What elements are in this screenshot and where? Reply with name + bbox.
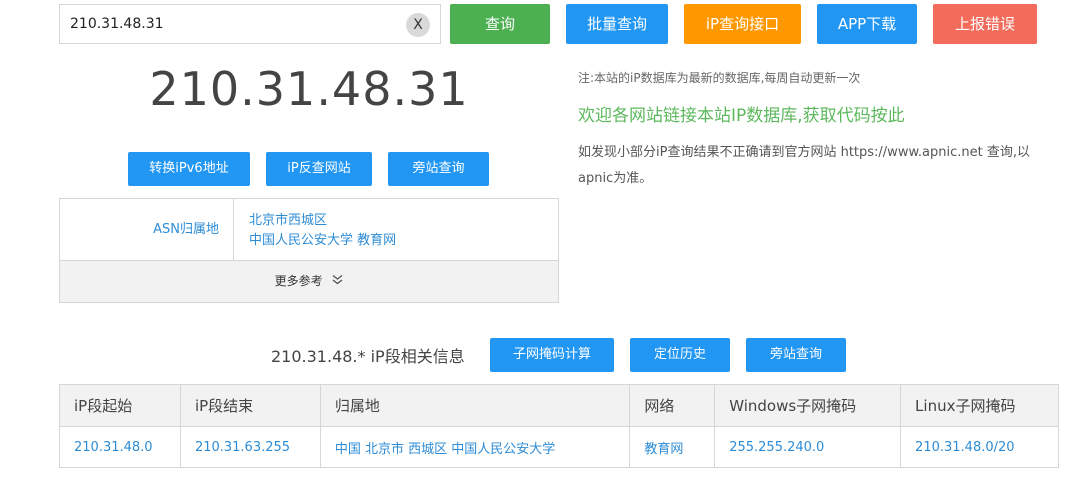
ip-api-button[interactable]: iP查询接口 <box>684 4 801 44</box>
cell-ip-start[interactable]: 210.31.48.0 <box>59 426 181 468</box>
header-location: 归属地 <box>319 384 631 427</box>
segment-table: iP段起始 iP段结束 归属地 网络 Windows子网掩码 Linux子网掩码… <box>59 384 1059 468</box>
table-header-row: iP段起始 iP段结束 归属地 网络 Windows子网掩码 Linux子网掩码 <box>59 384 1059 427</box>
header-windows-mask: Windows子网掩码 <box>714 384 902 427</box>
asn-value: 北京市西城区 中国人民公安大学 教育网 <box>249 211 396 251</box>
result-ip-title: 210.31.48.31 <box>149 62 469 116</box>
apnic-note: 如发现小部分iP查询结果不正确请到官方网站 https://www.apnic.… <box>578 145 1030 186</box>
link-invite[interactable]: 欢迎各网站链接本站IP数据库,获取代码按此 <box>578 101 905 126</box>
more-reference-button[interactable]: 更多参考 <box>60 261 558 302</box>
asn-organization[interactable]: 中国人民公安大学 教育网 <box>249 231 396 251</box>
app-download-button[interactable]: APP下载 <box>817 4 917 44</box>
ip-search-input[interactable] <box>60 5 400 43</box>
segment-side-site-button[interactable]: 旁站查询 <box>746 338 846 372</box>
header-ip-start: iP段起始 <box>59 384 181 427</box>
table-row: 210.31.48.0 210.31.63.255 中国 北京市 西城区 中国人… <box>59 426 1059 468</box>
side-site-query-button[interactable]: 旁站查询 <box>388 152 489 186</box>
cell-ip-end[interactable]: 210.31.63.255 <box>179 426 321 468</box>
header-linux-mask: Linux子网掩码 <box>900 384 1059 427</box>
batch-query-button[interactable]: 批量查询 <box>566 4 668 44</box>
subnet-calc-button[interactable]: 子网掩码计算 <box>490 338 614 372</box>
segment-title: 210.31.48.* iP段相关信息 <box>271 347 465 366</box>
search-box: X <box>59 4 441 44</box>
asn-label: ASN归属地 <box>60 199 234 260</box>
ip-reverse-lookup-button[interactable]: iP反查网站 <box>266 152 372 186</box>
more-reference-label: 更多参考 <box>274 274 323 288</box>
cell-location[interactable]: 中国 北京市 西城区 中国人民公安大学 <box>319 426 631 468</box>
cell-network[interactable]: 教育网 <box>629 426 716 468</box>
convert-ipv6-button[interactable]: 转换iPv6地址 <box>128 152 250 186</box>
cell-windows-mask[interactable]: 255.255.240.0 <box>714 426 902 468</box>
header-network: 网络 <box>629 384 716 427</box>
asn-info-table: ASN归属地 北京市西城区 中国人民公安大学 教育网 更多参考 <box>59 198 559 303</box>
query-button[interactable]: 查询 <box>450 4 550 44</box>
report-error-button[interactable]: 上报错误 <box>933 4 1037 44</box>
database-note: 注:本站的iP数据库为最新的数据库,每周自动更新一次 <box>578 71 861 85</box>
clear-icon[interactable]: X <box>406 13 430 37</box>
chevron-double-down-icon <box>332 261 343 302</box>
header-ip-end: iP段结束 <box>179 384 321 427</box>
asn-row: ASN归属地 北京市西城区 中国人民公安大学 教育网 <box>60 199 558 261</box>
location-history-button[interactable]: 定位历史 <box>630 338 730 372</box>
asn-location[interactable]: 北京市西城区 <box>249 211 396 231</box>
cell-linux-mask[interactable]: 210.31.48.0/20 <box>900 426 1059 468</box>
